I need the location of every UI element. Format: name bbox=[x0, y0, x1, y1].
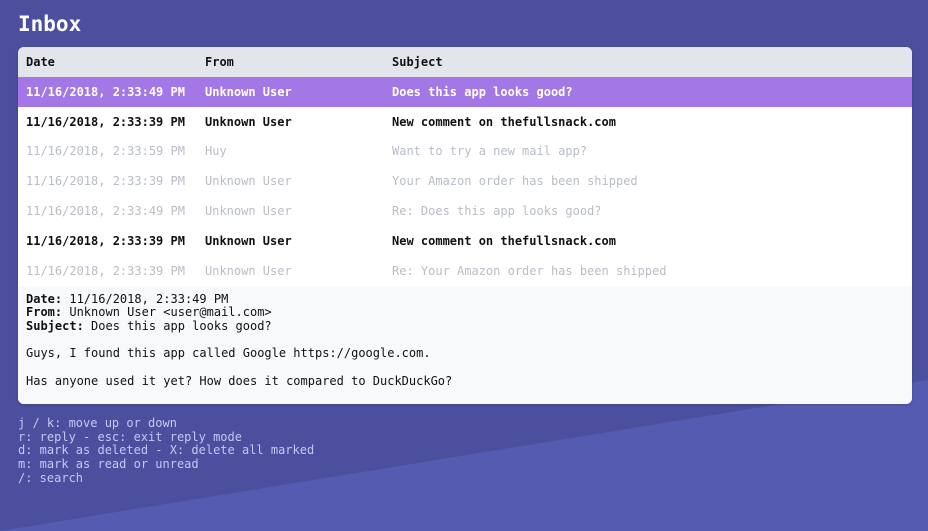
preview-from-label: From: bbox=[26, 305, 63, 320]
shortcut-hint: j / k: move up or down bbox=[18, 416, 177, 430]
shortcut-hint: /: search bbox=[18, 470, 84, 485]
message-sender: Unknown User bbox=[205, 174, 292, 189]
message-date: 11/16/2018, 2:33:49 PM bbox=[26, 204, 185, 219]
subject-column-header[interactable]: Subject bbox=[384, 55, 912, 69]
message-subject: Re: Does this app looks good? bbox=[392, 204, 602, 219]
table-header: Date From Subject bbox=[18, 47, 912, 77]
message-date: 11/16/2018, 2:33:59 PM bbox=[26, 144, 185, 159]
page-title: Inbox bbox=[18, 12, 82, 36]
message-row[interactable]: 11/16/2018, 2:33:39 PM Unknown User Your… bbox=[18, 166, 912, 196]
message-row[interactable]: 11/16/2018, 2:33:39 PM Unknown User Re: … bbox=[18, 256, 912, 286]
preview-date-line: Date: 11/16/2018, 2:33:49 PM bbox=[26, 291, 904, 307]
date-column-header[interactable]: Date bbox=[18, 55, 197, 69]
message-list: 11/16/2018, 2:33:49 PM Unknown User Does… bbox=[18, 77, 912, 286]
message-date: 11/16/2018, 2:33:39 PM bbox=[26, 263, 185, 278]
message-subject: New comment on thefullsnack.com bbox=[392, 233, 616, 248]
preview-date-value: 11/16/2018, 2:33:49 PM bbox=[62, 291, 229, 306]
preview-date-label: Date: bbox=[26, 291, 63, 306]
message-row[interactable]: 11/16/2018, 2:33:49 PM Unknown User Does… bbox=[18, 77, 912, 107]
message-date: 11/16/2018, 2:33:39 PM bbox=[26, 114, 185, 129]
message-row[interactable]: 11/16/2018, 2:33:39 PM Unknown User New … bbox=[18, 226, 912, 256]
shortcut-hint: m: mark as read or unread bbox=[18, 457, 199, 472]
message-sender: Unknown User bbox=[205, 233, 292, 248]
shortcut-hint: r: reply - esc: exit reply mode bbox=[18, 429, 242, 444]
preview-from-line: From: Unknown User <user@mail.com> bbox=[26, 305, 904, 320]
message-row[interactable]: 11/16/2018, 2:33:49 PM Unknown User Re: … bbox=[18, 196, 912, 226]
message-date: 11/16/2018, 2:33:49 PM bbox=[26, 84, 185, 99]
preview-subject-label: Subject: bbox=[26, 318, 84, 333]
message-date: 11/16/2018, 2:33:39 PM bbox=[26, 174, 185, 189]
shortcut-hint: d: mark as deleted - X: delete all marke… bbox=[18, 443, 315, 458]
from-column-header[interactable]: From bbox=[197, 55, 384, 69]
message-preview: Date: 11/16/2018, 2:33:49 PM From: Unkno… bbox=[18, 285, 912, 404]
message-sender: Huy bbox=[205, 144, 227, 159]
preview-body-paragraph: Has anyone used it yet? How does it comp… bbox=[26, 373, 453, 388]
message-subject: Does this app looks good? bbox=[392, 84, 573, 99]
message-row[interactable]: 11/16/2018, 2:33:59 PM Huy Want to try a… bbox=[18, 137, 912, 167]
keyboard-shortcuts-help: j / k: move up or down r: reply - esc: e… bbox=[18, 416, 315, 486]
message-subject: Your Amazon order has been shipped bbox=[392, 174, 638, 189]
message-subject: Want to try a new mail app? bbox=[392, 144, 588, 159]
mail-panel: Date From Subject 11/16/2018, 2:33:49 PM… bbox=[18, 47, 912, 404]
message-date: 11/16/2018, 2:33:39 PM bbox=[26, 233, 185, 248]
preview-from-value: Unknown User <user@mail.com> bbox=[62, 305, 272, 320]
message-sender: Unknown User bbox=[205, 263, 292, 278]
message-sender: Unknown User bbox=[205, 114, 292, 129]
message-subject: Re: Your Amazon order has been shipped bbox=[392, 263, 667, 278]
preview-subject-value: Does this app looks good? bbox=[83, 318, 272, 333]
message-subject: New comment on thefullsnack.com bbox=[392, 114, 616, 129]
preview-body-paragraph: Guys, I found this app called Google htt… bbox=[26, 346, 431, 361]
message-sender: Unknown User bbox=[205, 84, 292, 99]
preview-subject-line: Subject: Does this app looks good? bbox=[26, 318, 904, 334]
message-row[interactable]: 11/16/2018, 2:33:39 PM Unknown User New … bbox=[18, 107, 912, 137]
message-sender: Unknown User bbox=[205, 204, 292, 219]
